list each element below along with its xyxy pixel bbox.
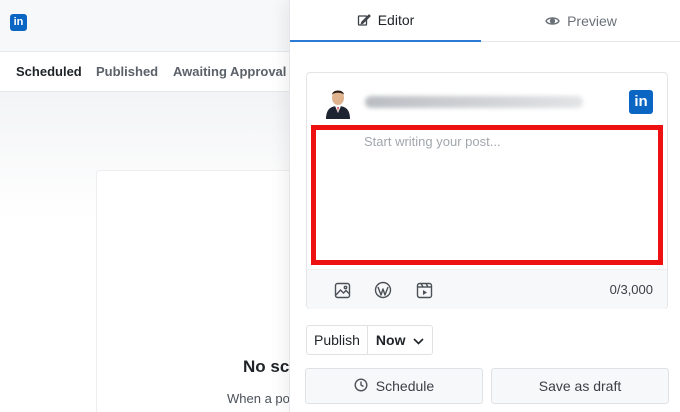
edit-icon — [357, 13, 371, 27]
image-icon[interactable] — [331, 279, 353, 301]
tab-editor[interactable]: Editor — [290, 0, 481, 42]
character-counter: 0/3,000 — [609, 282, 653, 297]
publish-time-value: Now — [375, 332, 406, 348]
chevron-down-icon — [413, 332, 425, 348]
empty-state-title: No sc — [243, 357, 290, 376]
tab-scheduled[interactable]: Scheduled — [16, 64, 82, 79]
schedule-button[interactable]: Schedule — [305, 368, 483, 404]
save-draft-button[interactable]: Save as draft — [491, 368, 669, 404]
publish-time-select[interactable]: Now — [368, 326, 433, 354]
publish-timing: Publish Now — [306, 325, 434, 355]
post-composer-card: in Start writing your post... 0/3,000 — [306, 72, 668, 309]
tab-editor-label: Editor — [377, 12, 415, 28]
avatar — [322, 87, 354, 119]
tab-published[interactable]: Published — [96, 64, 158, 79]
panel-tabs: Editor Preview — [290, 0, 680, 42]
composer-toolbar: 0/3,000 — [307, 269, 667, 309]
tab-preview-label: Preview — [567, 13, 617, 29]
save-draft-button-label: Save as draft — [538, 378, 622, 394]
tab-preview[interactable]: Preview — [481, 0, 680, 42]
schedule-button-label: Schedule — [375, 378, 435, 394]
linkedin-icon: in — [629, 90, 653, 114]
post-text-area[interactable] — [311, 125, 663, 265]
wordpress-icon[interactable] — [372, 279, 394, 301]
post-input[interactable] — [364, 134, 654, 254]
video-icon[interactable] — [413, 279, 435, 301]
clock-icon — [354, 377, 368, 395]
empty-state-subtitle: When a po — [227, 391, 290, 406]
post-editor-panel: Editor Preview in Start writing your pos… — [289, 0, 680, 412]
tab-awaiting-approval[interactable]: Awaiting Approval — [173, 64, 286, 79]
account-name-blurred — [365, 96, 583, 108]
linkedin-icon: in — [10, 14, 27, 31]
publish-label: Publish — [307, 326, 368, 354]
eye-icon — [545, 15, 560, 27]
